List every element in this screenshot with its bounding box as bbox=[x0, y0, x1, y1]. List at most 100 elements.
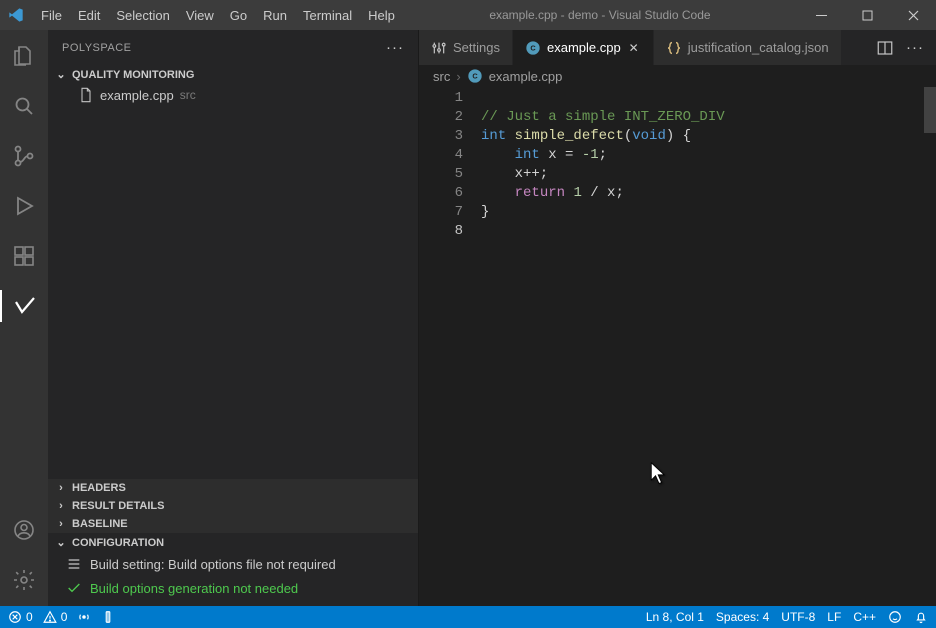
code-line[interactable]: 4 int x = -1; bbox=[419, 146, 936, 165]
chevron-right-icon: › bbox=[456, 69, 460, 84]
line-text: // Just a simple INT_ZERO_DIV bbox=[481, 108, 725, 127]
section-result-details-label: RESULT DETAILS bbox=[72, 500, 164, 512]
line-number: 2 bbox=[419, 108, 481, 127]
status-feedback-icon[interactable] bbox=[888, 610, 902, 624]
split-editor-icon[interactable] bbox=[874, 37, 896, 59]
window-title: example.cpp - demo - Visual Studio Code bbox=[402, 8, 798, 22]
status-eol[interactable]: LF bbox=[827, 610, 841, 624]
line-number: 7 bbox=[419, 203, 481, 222]
sidebar: POLYSPACE ··· ⌄ QUALITY MONITORING examp… bbox=[48, 30, 418, 606]
svg-text:C: C bbox=[530, 43, 536, 52]
section-baseline[interactable]: › BASELINE bbox=[48, 515, 418, 533]
status-errors[interactable]: 0 bbox=[8, 610, 33, 624]
line-text: } bbox=[481, 203, 489, 222]
titlebar: File Edit Selection View Go Run Terminal… bbox=[0, 0, 936, 30]
quality-file-item[interactable]: example.cpp src bbox=[48, 84, 418, 106]
quality-file-location: src bbox=[180, 88, 196, 102]
explorer-icon[interactable] bbox=[0, 36, 48, 76]
status-language[interactable]: C++ bbox=[853, 610, 876, 624]
menubar: File Edit Selection View Go Run Terminal… bbox=[34, 4, 402, 27]
sidebar-title: POLYSPACE bbox=[62, 42, 132, 54]
minimize-button[interactable] bbox=[798, 0, 844, 30]
code-line[interactable]: 6 return 1 / x; bbox=[419, 184, 936, 203]
status-ports-icon[interactable] bbox=[101, 610, 115, 624]
config-build-options-ok[interactable]: Build options generation not needed bbox=[48, 576, 418, 600]
tab-bar: Settings C example.cpp ✕ justification_c… bbox=[419, 30, 936, 65]
section-result-details[interactable]: › RESULT DETAILS bbox=[48, 497, 418, 515]
tab-justification-json[interactable]: justification_catalog.json bbox=[654, 30, 842, 65]
close-window-button[interactable] bbox=[890, 0, 936, 30]
settings-gear-icon[interactable] bbox=[0, 560, 48, 600]
polyspace-view-icon[interactable] bbox=[0, 286, 48, 326]
editor: Settings C example.cpp ✕ justification_c… bbox=[418, 30, 936, 606]
status-bar: 0 0 Ln 8, Col 1 Spaces: 4 UTF-8 LF C++ bbox=[0, 606, 936, 628]
chevron-down-icon: ⌄ bbox=[54, 68, 68, 81]
code-editor[interactable]: 12// Just a simple INT_ZERO_DIV3int simp… bbox=[419, 87, 936, 606]
section-configuration-label: CONFIGURATION bbox=[72, 537, 164, 549]
menu-run[interactable]: Run bbox=[256, 4, 294, 27]
tab-settings[interactable]: Settings bbox=[419, 30, 513, 65]
line-number: 8 bbox=[419, 222, 481, 241]
breadcrumb[interactable]: src › C example.cpp bbox=[419, 65, 936, 87]
line-number: 5 bbox=[419, 165, 481, 184]
menu-edit[interactable]: Edit bbox=[71, 4, 107, 27]
line-number: 1 bbox=[419, 89, 481, 108]
sliders-icon bbox=[431, 40, 447, 56]
breadcrumb-file[interactable]: example.cpp bbox=[489, 69, 563, 84]
breadcrumb-src[interactable]: src bbox=[433, 69, 450, 84]
status-cursor-pos[interactable]: Ln 8, Col 1 bbox=[646, 610, 704, 624]
vscode-logo-icon bbox=[8, 7, 24, 23]
cpp-file-icon: C bbox=[467, 68, 483, 84]
tab-example-cpp-label: example.cpp bbox=[547, 40, 621, 55]
section-headers[interactable]: › HEADERS bbox=[48, 479, 418, 497]
menu-go[interactable]: Go bbox=[223, 4, 254, 27]
menu-help[interactable]: Help bbox=[361, 4, 402, 27]
accounts-icon[interactable] bbox=[0, 510, 48, 550]
code-line[interactable]: 7} bbox=[419, 203, 936, 222]
source-control-icon[interactable] bbox=[0, 136, 48, 176]
section-quality-label: QUALITY MONITORING bbox=[72, 69, 194, 81]
run-debug-icon[interactable] bbox=[0, 186, 48, 226]
close-tab-icon[interactable]: ✕ bbox=[627, 41, 641, 55]
status-warnings[interactable]: 0 bbox=[43, 610, 68, 624]
config-build-setting-label: Build setting: Build options file not re… bbox=[90, 557, 336, 572]
status-broadcast-icon[interactable] bbox=[77, 610, 91, 624]
line-text: int x = -1; bbox=[481, 146, 607, 165]
menu-view[interactable]: View bbox=[179, 4, 221, 27]
line-number: 3 bbox=[419, 127, 481, 146]
config-build-setting[interactable]: Build setting: Build options file not re… bbox=[48, 552, 418, 576]
section-configuration[interactable]: ⌄ CONFIGURATION bbox=[48, 533, 418, 552]
code-line[interactable]: 3int simple_defect(void) { bbox=[419, 127, 936, 146]
line-text: int simple_defect(void) { bbox=[481, 127, 691, 146]
chevron-down-icon: ⌄ bbox=[54, 536, 68, 549]
menu-selection[interactable]: Selection bbox=[109, 4, 176, 27]
section-baseline-label: BASELINE bbox=[72, 518, 128, 530]
code-line[interactable]: 1 bbox=[419, 89, 936, 108]
activity-bar bbox=[0, 30, 48, 606]
scrollbar-indicator[interactable] bbox=[924, 87, 936, 133]
section-headers-label: HEADERS bbox=[72, 482, 126, 494]
status-bell-icon[interactable] bbox=[914, 610, 928, 624]
json-file-icon bbox=[666, 40, 682, 56]
menu-file[interactable]: File bbox=[34, 4, 69, 27]
editor-more-icon[interactable]: ··· bbox=[904, 37, 926, 59]
menu-terminal[interactable]: Terminal bbox=[296, 4, 359, 27]
sidebar-more-icon[interactable]: ··· bbox=[386, 39, 404, 56]
code-line[interactable]: 2// Just a simple INT_ZERO_DIV bbox=[419, 108, 936, 127]
svg-text:C: C bbox=[472, 72, 478, 81]
line-number: 6 bbox=[419, 184, 481, 203]
line-number: 4 bbox=[419, 146, 481, 165]
status-spaces[interactable]: Spaces: 4 bbox=[716, 610, 769, 624]
status-errors-count: 0 bbox=[26, 610, 33, 624]
section-quality-monitoring[interactable]: ⌄ QUALITY MONITORING bbox=[48, 65, 418, 84]
status-encoding[interactable]: UTF-8 bbox=[781, 610, 815, 624]
extensions-icon[interactable] bbox=[0, 236, 48, 276]
search-icon[interactable] bbox=[0, 86, 48, 126]
code-line[interactable]: 5 x++; bbox=[419, 165, 936, 184]
code-line[interactable]: 8 bbox=[419, 222, 936, 241]
tab-example-cpp[interactable]: C example.cpp ✕ bbox=[513, 30, 654, 65]
maximize-button[interactable] bbox=[844, 0, 890, 30]
line-text: x++; bbox=[481, 165, 548, 184]
file-icon bbox=[78, 87, 94, 103]
line-text: return 1 / x; bbox=[481, 184, 624, 203]
